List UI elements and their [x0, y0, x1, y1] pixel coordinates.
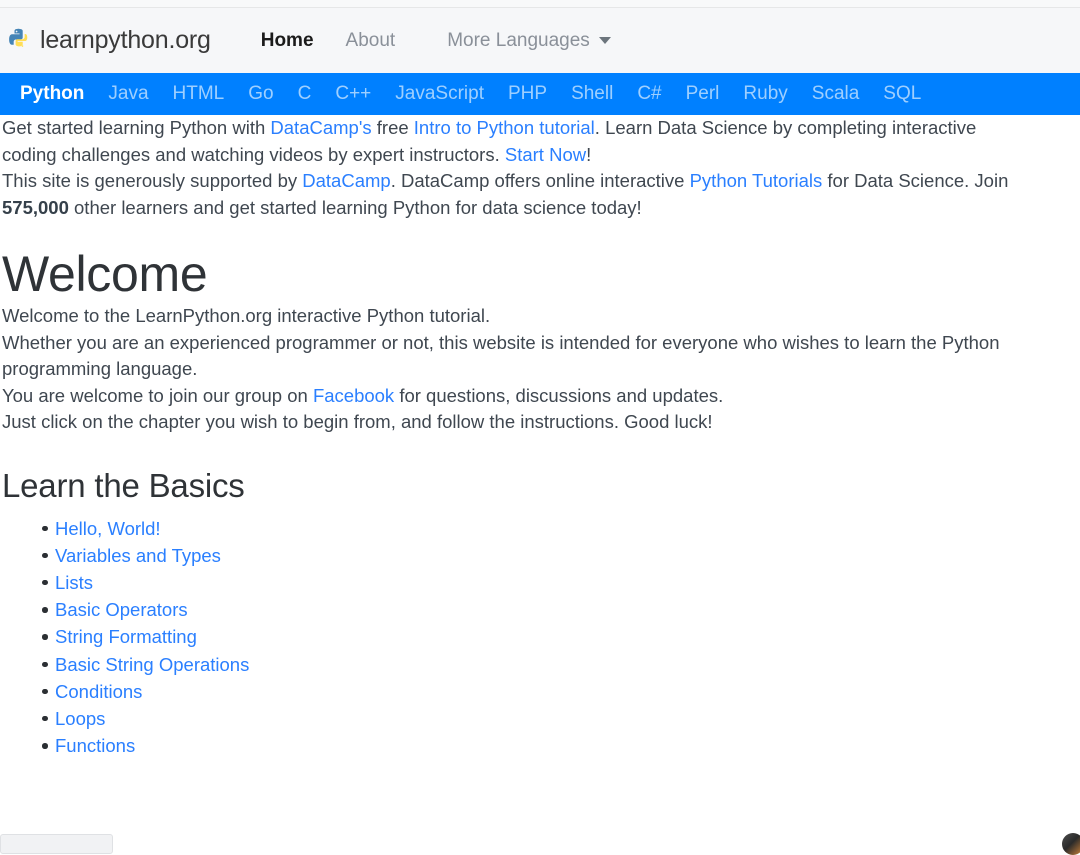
link-start-now[interactable]: Start Now — [505, 144, 586, 165]
intro-p2-text-4: other learners and get started learning … — [69, 197, 642, 218]
lang-tab-python[interactable]: Python — [8, 80, 96, 108]
intro-p2-text-1: This site is generously supported by — [2, 170, 302, 191]
list-item: Hello, World! — [42, 515, 1080, 542]
list-item: Basic String Operations — [42, 651, 1080, 678]
chapter-link-variables-and-types[interactable]: Variables and Types — [55, 545, 221, 566]
chevron-down-icon — [599, 37, 611, 44]
bottom-right-widget-icon[interactable] — [1062, 833, 1080, 855]
lang-tab-java[interactable]: Java — [96, 80, 160, 108]
brand-logo-link[interactable]: learnpython.org — [6, 26, 211, 55]
site-header: learnpython.org Home About More Language… — [0, 8, 1080, 73]
chapter-link-basic-string-operations[interactable]: Basic String Operations — [55, 654, 249, 675]
chapter-list: Hello, World! Variables and Types Lists … — [2, 515, 1080, 760]
lang-tab-scala[interactable]: Scala — [800, 80, 872, 108]
intro-paragraph-2: This site is generously supported by Dat… — [2, 168, 1012, 221]
intro-p1-text-1: Get started learning Python with — [2, 117, 270, 138]
chapter-link-functions[interactable]: Functions — [55, 735, 135, 756]
nav-item-home[interactable]: Home — [245, 26, 330, 56]
brand-name: learnpython.org — [40, 26, 211, 55]
lang-tab-javascript[interactable]: JavaScript — [383, 80, 496, 108]
section-title-learn-the-basics: Learn the Basics — [2, 467, 1080, 505]
nav-item-more-languages-label: More Languages — [447, 30, 590, 52]
lang-tab-csharp[interactable]: C# — [625, 80, 673, 108]
lang-tab-php[interactable]: PHP — [496, 80, 559, 108]
chapter-link-hello-world[interactable]: Hello, World! — [55, 518, 161, 539]
top-strip — [0, 0, 1080, 8]
list-item: Functions — [42, 732, 1080, 759]
language-tab-bar: Python Java HTML Go C C++ JavaScript PHP… — [0, 73, 1080, 115]
welcome-paragraph-2: Whether you are an experienced programme… — [2, 330, 1012, 383]
learner-count: 575,000 — [2, 197, 69, 218]
chapter-link-lists[interactable]: Lists — [55, 572, 93, 593]
chapter-link-string-formatting[interactable]: String Formatting — [55, 626, 197, 647]
bottom-left-panel-edge[interactable] — [0, 834, 113, 854]
link-datacamp[interactable]: DataCamp — [302, 170, 390, 191]
welcome-paragraph-4: Just click on the chapter you wish to be… — [2, 409, 1012, 436]
welcome-paragraph-3: You are welcome to join our group on Fac… — [2, 383, 1012, 410]
lang-tab-sql[interactable]: SQL — [871, 80, 933, 108]
python-logo-icon — [6, 27, 33, 54]
link-intro-to-python-tutorial[interactable]: Intro to Python tutorial — [414, 117, 595, 138]
welcome-p3-text-2: for questions, discussions and updates. — [394, 385, 723, 406]
intro-paragraph-1: Get started learning Python with DataCam… — [2, 115, 1012, 168]
lang-tab-shell[interactable]: Shell — [559, 80, 625, 108]
list-item: Basic Operators — [42, 596, 1080, 623]
list-item: Lists — [42, 569, 1080, 596]
link-facebook[interactable]: Facebook — [313, 385, 394, 406]
chapter-link-conditions[interactable]: Conditions — [55, 681, 142, 702]
list-item: Loops — [42, 705, 1080, 732]
list-item: String Formatting — [42, 623, 1080, 650]
chapter-link-basic-operators[interactable]: Basic Operators — [55, 599, 188, 620]
intro-p1-text-4: ! — [586, 144, 591, 165]
intro-p2-text-3: for Data Science. Join — [822, 170, 1008, 191]
main-nav: Home About More Languages — [245, 26, 627, 56]
link-datacamps[interactable]: DataCamp's — [270, 117, 371, 138]
nav-item-about[interactable]: About — [330, 26, 412, 56]
welcome-paragraph-1: Welcome to the LearnPython.org interacti… — [2, 303, 1012, 330]
lang-tab-go[interactable]: Go — [236, 80, 285, 108]
link-python-tutorials[interactable]: Python Tutorials — [690, 170, 823, 191]
lang-tab-cpp[interactable]: C++ — [323, 80, 383, 108]
lang-tab-ruby[interactable]: Ruby — [731, 80, 799, 108]
page-title: Welcome — [2, 245, 1080, 303]
lang-tab-html[interactable]: HTML — [161, 80, 237, 108]
list-item: Conditions — [42, 678, 1080, 705]
welcome-p3-text-1: You are welcome to join our group on — [2, 385, 313, 406]
lang-tab-c[interactable]: C — [286, 80, 324, 108]
main-content: Get started learning Python with DataCam… — [0, 115, 1080, 759]
chapter-link-loops[interactable]: Loops — [55, 708, 105, 729]
intro-p1-text-2: free — [372, 117, 414, 138]
nav-item-more-languages[interactable]: More Languages — [411, 26, 627, 56]
lang-tab-perl[interactable]: Perl — [674, 80, 732, 108]
list-item: Variables and Types — [42, 542, 1080, 569]
intro-p2-text-2: . DataCamp offers online interactive — [391, 170, 690, 191]
